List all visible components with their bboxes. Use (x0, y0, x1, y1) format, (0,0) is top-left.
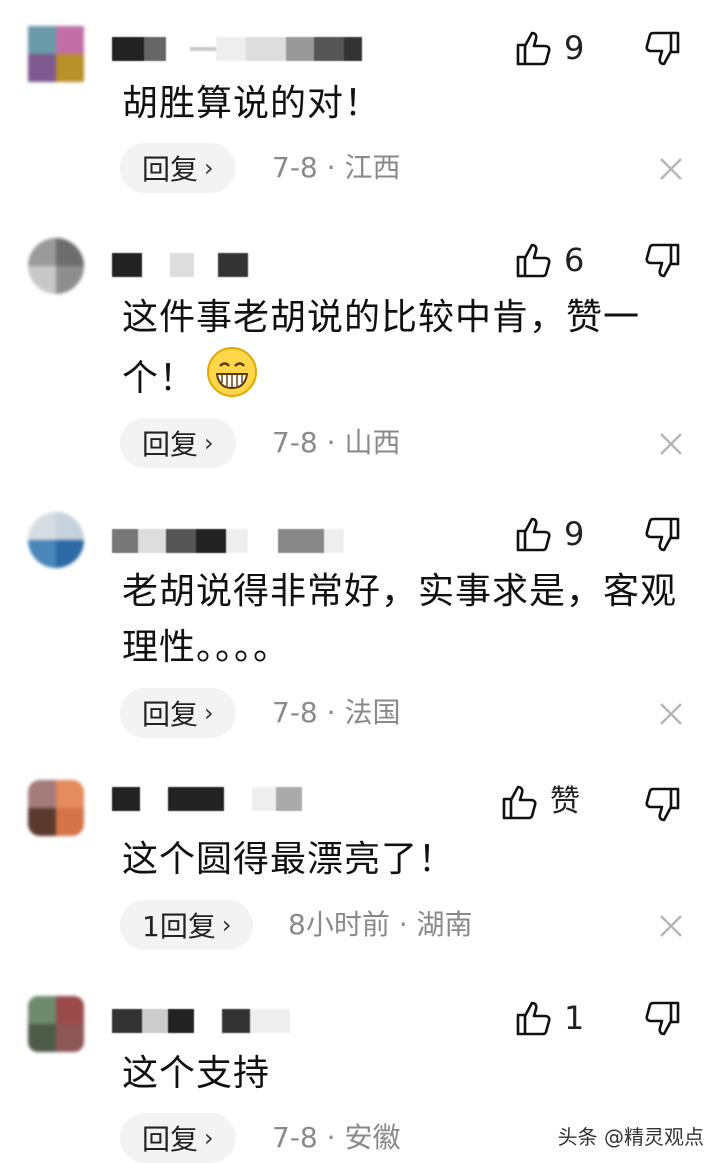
reply-button[interactable]: 回复 › (120, 418, 236, 468)
comment-text: 这件事老胡说的比较中肯，赞一个！ (122, 290, 682, 407)
dislike-button[interactable] (640, 28, 682, 74)
chevron-right-icon: › (204, 1124, 214, 1152)
thumbs-down-icon (645, 31, 680, 66)
close-icon[interactable] (656, 911, 686, 941)
meta-separator: · (326, 426, 336, 459)
chevron-right-icon: › (204, 154, 214, 182)
comment-meta: 7-8 · 法国 (272, 688, 400, 738)
comment-date: 7-8 (272, 696, 318, 729)
comment-date: 7-8 (272, 1121, 318, 1154)
reply-label: 回复 (142, 153, 199, 186)
thumbs-down-icon (645, 243, 680, 278)
meta-separator: · (326, 1121, 336, 1154)
comment-text: 这个支持 (122, 1053, 271, 1094)
comment-item: 赞 这个圆得最漂亮了！ 1回复 › 8小时前 · 湖南 (0, 780, 720, 960)
username-blurred[interactable] (112, 36, 362, 62)
comment-location: 安徽 (344, 1121, 401, 1154)
like-count: 9 (564, 29, 585, 67)
close-icon[interactable] (656, 154, 686, 184)
comment-meta: 8小时前 · 湖南 (288, 900, 473, 950)
dislike-button[interactable] (640, 514, 682, 560)
like-button[interactable]: 1 (514, 998, 584, 1038)
thumbs-down-icon (645, 787, 680, 822)
comment-meta: 7-8 · 安徽 (272, 1113, 400, 1163)
like-count: 6 (564, 241, 585, 279)
avatar[interactable] (28, 238, 84, 294)
comment-location: 湖南 (416, 908, 473, 941)
meta-separator: · (398, 908, 408, 941)
username-blurred[interactable] (112, 528, 344, 554)
comment-item: 9 胡胜算说的对！ 回复 › 7-8 · 江西 (0, 26, 720, 206)
comment-text-body: 这件事老胡说的比较中肯，赞一个！ (122, 297, 641, 399)
comment-meta: 7-8 · 山西 (272, 418, 400, 468)
thumbs-up-icon (516, 1001, 551, 1036)
reply-button[interactable]: 回复 › (120, 143, 236, 193)
reply-label: 回复 (142, 428, 199, 461)
comment-text: 这个圆得最漂亮了！ (122, 839, 456, 880)
like-button[interactable]: 赞 (500, 782, 580, 822)
comment-item: 9 老胡说得非常好，实事求是，客观理性。。。。 回复 › 7-8 · 法国 (0, 512, 720, 762)
avatar[interactable] (28, 780, 84, 836)
comment-date: 8小时前 (288, 908, 390, 941)
thumbs-down-icon (645, 517, 680, 552)
comment-text: 老胡说得非常好，实事求是，客观理性。。。。 (122, 571, 678, 668)
comment-item: 6 这件事老胡说的比较中肯，赞一个！ 回复 › 7-8 · 山西 (0, 238, 720, 488)
thumbs-up-icon (516, 243, 551, 278)
comment-date: 7-8 (272, 426, 318, 459)
like-count: 1 (564, 999, 585, 1037)
grinning-emoji-icon (207, 347, 258, 397)
comment-text: 胡胜算说的对！ (122, 83, 382, 124)
comment-location: 江西 (344, 151, 401, 184)
comment-meta: 7-8 · 江西 (272, 143, 400, 193)
comment-date: 7-8 (272, 151, 318, 184)
like-count: 9 (564, 515, 585, 553)
like-button[interactable]: 9 (514, 28, 584, 68)
meta-separator: · (326, 696, 336, 729)
reply-button[interactable]: 1回复 › (120, 900, 254, 950)
meta-separator: · (326, 151, 336, 184)
comment-location: 山西 (344, 426, 401, 459)
reply-button[interactable]: 回复 › (120, 688, 236, 738)
avatar[interactable] (28, 26, 84, 82)
watermark: 头条 @精灵观点 (557, 1125, 704, 1149)
thumbs-up-icon (516, 517, 551, 552)
username-blurred[interactable] (112, 786, 302, 812)
like-button[interactable]: 6 (514, 240, 584, 280)
like-label: 赞 (550, 784, 580, 819)
chevron-right-icon: › (204, 699, 214, 727)
username-blurred[interactable] (112, 1008, 290, 1034)
dislike-button[interactable] (640, 240, 682, 286)
username-blurred[interactable] (112, 252, 248, 278)
thumbs-up-icon (502, 785, 537, 820)
comment-location: 法国 (344, 696, 401, 729)
reply-button[interactable]: 回复 › (120, 1113, 236, 1163)
avatar[interactable] (28, 512, 84, 568)
chevron-right-icon: › (221, 911, 232, 939)
avatar[interactable] (28, 996, 84, 1052)
close-icon[interactable] (656, 699, 686, 729)
reply-label: 回复 (142, 1123, 199, 1156)
thumbs-down-icon (645, 1001, 680, 1036)
dislike-button[interactable] (640, 998, 682, 1044)
chevron-right-icon: › (204, 429, 214, 457)
dislike-button[interactable] (640, 784, 682, 830)
reply-label: 回复 (142, 698, 199, 731)
reply-label: 1回复 (142, 910, 216, 943)
close-icon[interactable] (656, 429, 686, 459)
thumbs-up-icon (516, 31, 551, 66)
like-button[interactable]: 9 (514, 514, 584, 554)
